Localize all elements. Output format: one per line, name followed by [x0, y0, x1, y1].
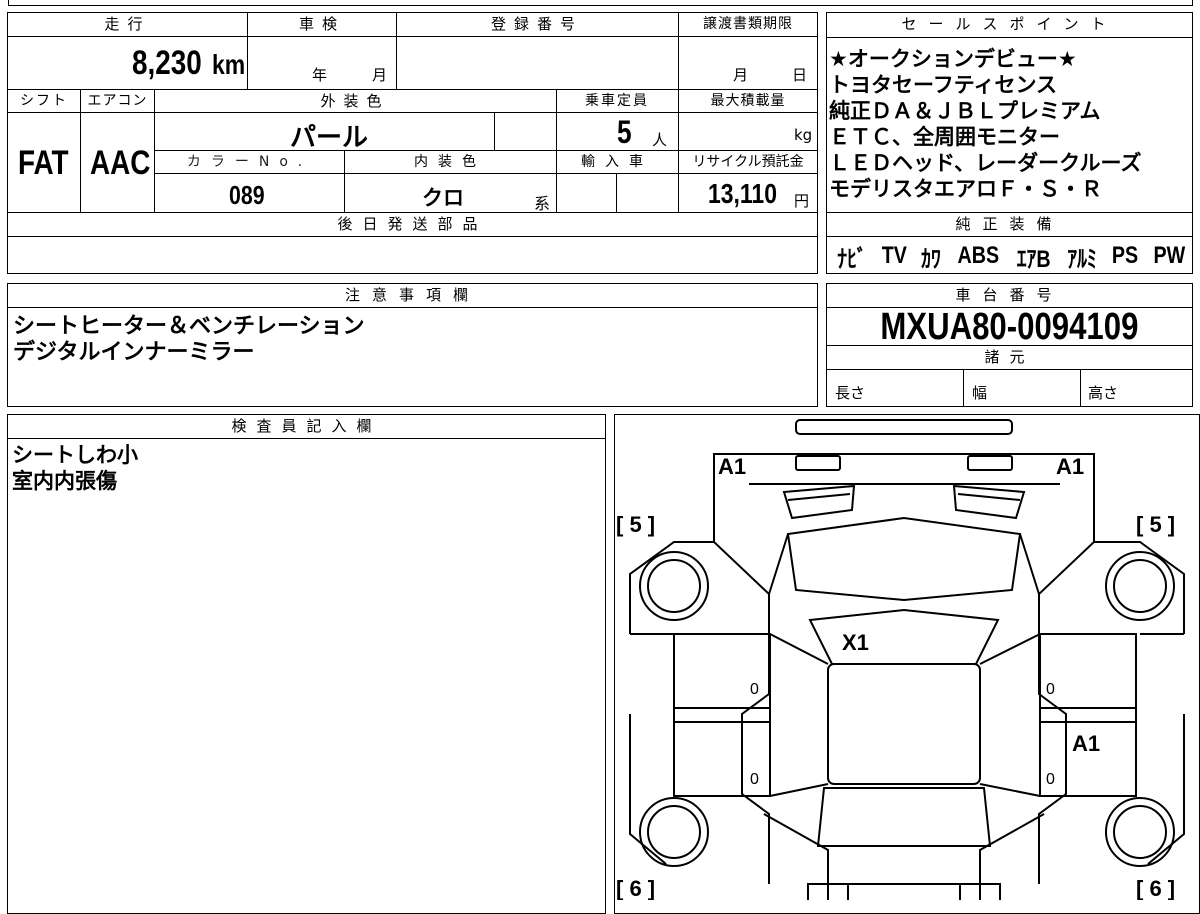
mark-left-rear-door: 0: [750, 771, 759, 788]
capacity-header: 乗車定員: [557, 91, 677, 111]
divider: [7, 212, 818, 213]
divider: [826, 369, 1193, 370]
equipment-item: PW: [1153, 242, 1186, 269]
equipment-item: ｶﾜ: [921, 245, 942, 273]
deadline-month: 月: [733, 66, 749, 84]
sales-point-line: ★オークションデビュー★: [829, 47, 1077, 71]
spec-header: 諸元: [827, 347, 1192, 367]
main-table: [7, 12, 818, 274]
import-car-header: 輸入車: [557, 152, 677, 172]
color-no-value: 089: [229, 180, 265, 210]
divider: [7, 89, 818, 90]
mark-right-rear-door: A1: [1072, 731, 1100, 756]
tire-rear-right: [ 6 ]: [1136, 876, 1175, 900]
later-parts-header: 後日発送部品: [8, 214, 817, 234]
mark-front-left: A1: [718, 454, 746, 479]
mark-windshield: X1: [842, 630, 869, 655]
tire-front-left: [ 5 ]: [616, 512, 655, 537]
shift-header: シフト: [8, 91, 80, 111]
capacity-unit: 人: [652, 131, 668, 149]
top-strip: [8, 0, 1193, 6]
tire-rear-left: [ 6 ]: [616, 876, 655, 900]
equipment-item: ﾅﾋﾞ: [837, 245, 867, 273]
note-line: デジタルインナーミラー: [13, 340, 255, 365]
divider: [396, 12, 397, 89]
divider: [678, 12, 679, 89]
car-diagram: A1 A1 X1 A1 [ 5 ] [ 5 ] [ 6 ] [ 6 ] 0 0 …: [616, 419, 1185, 900]
sales-point-line: トヨタセーフティセンス: [829, 73, 1058, 97]
max-load-header: 最大積載量: [679, 91, 817, 111]
spec-height: 高さ: [1088, 384, 1119, 402]
sales-points-header: セールスポイント: [827, 14, 1192, 34]
aircon-value: AAC: [90, 144, 151, 182]
interior-color-suffix: 系: [534, 194, 551, 213]
mileage-header: 走行: [8, 14, 247, 34]
color-no-header: カラーNo.: [155, 152, 344, 172]
genuine-equipment-list: ﾅﾋﾞ TV ｶﾜ ABS ｴｱB ｱﾙﾐ PS PW: [834, 240, 1189, 273]
notes-list: シートヒーター＆ベンチレーション デジタルインナーミラー: [13, 314, 365, 366]
chassis-header: 車台番号: [827, 285, 1192, 305]
inspector-header: 検査員記入欄: [8, 416, 605, 436]
genuine-equipment-header: 純正装備: [827, 214, 1192, 234]
divider: [7, 438, 606, 439]
interior-color-value: クロ: [422, 186, 464, 210]
equipment-item: PS: [1111, 242, 1139, 269]
sales-point-line: モデリスタエアロＦ・Ｓ・Ｒ: [829, 177, 1102, 201]
mark-right-rear-door-base: 0: [1046, 771, 1055, 788]
chassis-number: MXUA80-0094109: [880, 306, 1139, 348]
sales-point-line: ＬＥＤヘッド、レーダークルーズ: [829, 151, 1142, 175]
sales-point-line: ＥＴＣ、全周囲モニター: [829, 125, 1060, 149]
mark-front-right: A1: [1056, 454, 1084, 479]
inspection-header: 車検: [248, 14, 396, 34]
transfer-deadline-header: 譲渡書類期限: [679, 14, 817, 34]
divider: [826, 236, 1193, 237]
inspection-month: 月: [372, 66, 388, 84]
notes-header: 注意事項欄: [8, 285, 817, 305]
tire-front-right: [ 5 ]: [1136, 512, 1175, 537]
divider: [7, 236, 818, 237]
mileage-value: 8,230: [132, 44, 202, 82]
divider: [154, 150, 818, 151]
inspection-year: 年: [312, 66, 328, 84]
divider: [826, 37, 1193, 38]
spec-length: 長さ: [835, 384, 866, 402]
capacity-value: 5: [617, 114, 632, 150]
registration-header: 登録番号: [397, 14, 677, 34]
deadline-day: 日: [792, 66, 808, 84]
note-line: シートヒーター＆ベンチレーション: [13, 314, 365, 339]
shift-value: FAT: [18, 144, 69, 182]
divider: [344, 150, 345, 212]
aircon-header: エアコン: [81, 91, 154, 111]
divider: [826, 212, 1193, 213]
divider: [963, 369, 964, 407]
divider: [7, 307, 818, 308]
interior-color-header: 内装色: [345, 152, 555, 172]
inspector-list: シートしわ小 室内内張傷: [12, 442, 138, 494]
max-load-unit: kg: [794, 126, 813, 144]
sales-point-line: 純正ＤＡ＆ＪＢＬプレミアム: [829, 99, 1101, 123]
inspector-line: 室内内張傷: [12, 469, 117, 493]
divider: [494, 112, 495, 150]
recycle-unit: 円: [794, 192, 810, 210]
divider: [154, 173, 818, 174]
divider: [616, 173, 617, 212]
recycle-header: リサイクル預託金: [679, 152, 817, 172]
sales-points-list: ★オークションデビュー★ トヨタセーフティセンス 純正ＤＡ＆ＪＢＬプレミアム Ｅ…: [829, 46, 1191, 202]
inspector-line: シートしわ小: [12, 443, 138, 467]
exterior-color-value: パール: [290, 123, 369, 153]
exterior-color-header: 外装色: [155, 91, 555, 111]
equipment-item: ｱﾙﾐ: [1066, 245, 1097, 273]
recycle-value: 13,110: [708, 178, 777, 209]
divider: [7, 112, 818, 113]
equipment-item: ｴｱB: [1016, 245, 1051, 273]
divider: [826, 345, 1193, 346]
mark-right-front-door: 0: [1046, 681, 1055, 698]
equipment-item: ABS: [957, 242, 999, 269]
mileage-unit: km: [212, 49, 246, 80]
equipment-item: TV: [882, 242, 908, 269]
mark-left-front-door: 0: [750, 681, 759, 698]
spec-width: 幅: [972, 384, 988, 402]
divider: [80, 89, 81, 212]
divider: [1080, 369, 1081, 407]
